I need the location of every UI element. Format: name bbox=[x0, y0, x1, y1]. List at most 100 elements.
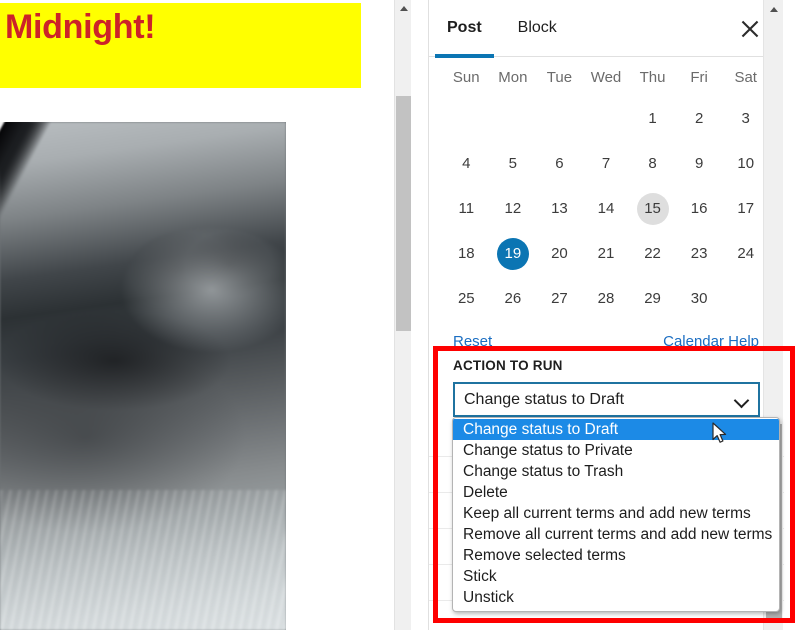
tab-post-label: Post bbox=[447, 19, 482, 36]
calendar-day-8[interactable]: 8 bbox=[629, 141, 676, 186]
calendar-day-label: 27 bbox=[551, 290, 568, 307]
calendar-links: Reset Calendar Help bbox=[429, 321, 783, 350]
calendar-day-label: 24 bbox=[737, 245, 755, 262]
calendar-day-26[interactable]: 26 bbox=[490, 276, 537, 321]
calendar-day-header: Mon bbox=[498, 69, 528, 86]
calendar-day-label: 11 bbox=[458, 200, 475, 217]
calendar-day-label: 14 bbox=[597, 200, 615, 217]
calendar-day-4[interactable]: 4 bbox=[443, 141, 490, 186]
dropdown-option[interactable]: Change status to Private bbox=[453, 440, 779, 461]
calendar-day-label: 7 bbox=[601, 155, 611, 172]
calendar-cell-empty bbox=[443, 96, 490, 141]
calendar-day-label: 2 bbox=[694, 110, 704, 127]
calendar-day-11[interactable]: 11 bbox=[443, 186, 490, 231]
tab-block-label: Block bbox=[517, 19, 557, 36]
calendar-day-1[interactable]: 1 bbox=[629, 96, 676, 141]
dropdown-option[interactable]: Remove selected terms bbox=[453, 545, 779, 566]
calendar-day-label: 28 bbox=[597, 290, 615, 307]
tab-post[interactable]: Post bbox=[429, 0, 500, 58]
heading-block-text[interactable]: Midnight! bbox=[0, 3, 156, 44]
calendar-cell-empty bbox=[583, 96, 630, 141]
calendar-day-label: 3 bbox=[741, 110, 750, 127]
action-to-run-select[interactable]: Change status to Draft bbox=[453, 382, 760, 417]
calendar-day-12[interactable]: 12 bbox=[490, 186, 537, 231]
dropdown-option[interactable]: Change status to Draft bbox=[453, 419, 779, 440]
calendar-day-27[interactable]: 27 bbox=[536, 276, 583, 321]
dropdown-option[interactable]: Stick bbox=[453, 566, 779, 587]
calendar-day-label: 29 bbox=[644, 290, 661, 307]
calendar-day-label: 4 bbox=[462, 155, 471, 172]
calendar-day-label: 6 bbox=[555, 155, 564, 172]
calendar-day-6[interactable]: 6 bbox=[536, 141, 583, 186]
calendar-day-9[interactable]: 9 bbox=[676, 141, 723, 186]
action-to-run-label: ACTION TO RUN bbox=[453, 358, 563, 373]
calendar-grid: Sun Mon Tue Wed Thu Fri Sat 1 2 3 4 5 6 7 8 9 10 11 12 13 14… bbox=[443, 65, 769, 321]
calendar-day-label: 17 bbox=[737, 200, 755, 217]
calendar-day-label: 20 bbox=[551, 245, 568, 262]
calendar-day-header: Sun bbox=[452, 69, 480, 86]
calendar-day-label: 13 bbox=[551, 200, 568, 217]
calendar-day-22[interactable]: 22 bbox=[629, 231, 676, 276]
calendar-day-25[interactable]: 25 bbox=[443, 276, 490, 321]
chevron-down-icon bbox=[735, 395, 749, 404]
calendar-day-20[interactable]: 20 bbox=[536, 231, 583, 276]
calendar-day-15[interactable]: 15 bbox=[629, 186, 676, 231]
action-to-run-section: ACTION TO RUN Change status to Draft bbox=[429, 348, 784, 417]
calendar-day-header: Thu bbox=[639, 69, 666, 86]
calendar-day-label: 19 bbox=[496, 237, 529, 270]
action-to-run-selected-value: Change status to Draft bbox=[464, 390, 625, 408]
calendar-day-29[interactable]: 29 bbox=[629, 276, 676, 321]
calendar-day-10[interactable]: 10 bbox=[722, 141, 769, 186]
calendar-day-7[interactable]: 7 bbox=[583, 141, 630, 186]
dropdown-option[interactable]: Delete bbox=[453, 482, 779, 503]
calendar-day-label: 8 bbox=[648, 155, 657, 172]
calendar-day-label: 15 bbox=[636, 192, 669, 225]
calendar-day-14[interactable]: 14 bbox=[583, 186, 630, 231]
calendar-day-17[interactable]: 17 bbox=[722, 186, 769, 231]
tab-block[interactable]: Block bbox=[500, 0, 575, 57]
sidebar-tabs: Post Block bbox=[429, 0, 783, 58]
editor-scrollbar[interactable] bbox=[394, 0, 411, 630]
calendar-day-2[interactable]: 2 bbox=[676, 96, 723, 141]
calendar-day-label: 21 bbox=[597, 245, 615, 262]
calendar-day-label: 12 bbox=[504, 200, 522, 217]
calendar-day-header: Tue bbox=[546, 69, 573, 86]
dropdown-option[interactable]: Change status to Trash bbox=[453, 461, 779, 482]
calendar-day-label: 9 bbox=[694, 155, 704, 172]
screenshot-root: Midnight! Post Block Sun Mon Tue Wed Thu… bbox=[0, 0, 803, 630]
calendar-day-30[interactable]: 30 bbox=[676, 276, 723, 321]
calendar-day-header: Fri bbox=[690, 69, 708, 86]
post-editor-canvas: Midnight! bbox=[0, 0, 411, 630]
calendar-day-label: 5 bbox=[508, 155, 518, 172]
dropdown-option[interactable]: Unstick bbox=[453, 587, 779, 608]
heading-block-highlighted[interactable]: Midnight! bbox=[0, 3, 361, 88]
dropdown-option[interactable]: Keep all current terms and add new terms bbox=[453, 503, 779, 524]
calendar-day-label: 23 bbox=[690, 245, 708, 262]
sidebar-scroll-up-arrow-icon[interactable] bbox=[764, 0, 784, 18]
dropdown-option[interactable]: Remove all current terms and add new ter… bbox=[453, 524, 779, 545]
calendar-day-label: 1 bbox=[648, 110, 657, 127]
image-block[interactable] bbox=[0, 122, 286, 630]
calendar-day-21[interactable]: 21 bbox=[583, 231, 630, 276]
close-icon[interactable] bbox=[735, 14, 765, 44]
calendar-day-3[interactable]: 3 bbox=[722, 96, 769, 141]
calendar-day-header: Wed bbox=[590, 69, 622, 86]
calendar-day-header: Sat bbox=[734, 69, 757, 86]
calendar-day-23[interactable]: 23 bbox=[676, 231, 723, 276]
calendar-day-28[interactable]: 28 bbox=[583, 276, 630, 321]
action-to-run-dropdown-list[interactable]: Change status to Draft Change status to P… bbox=[452, 417, 780, 612]
calendar-day-label: 10 bbox=[737, 155, 755, 172]
calendar-day-16[interactable]: 16 bbox=[676, 186, 723, 231]
calendar-day-19[interactable]: 19 bbox=[490, 231, 537, 276]
editor-scrollbar-thumb[interactable] bbox=[396, 96, 411, 331]
calendar-day-label: 16 bbox=[690, 200, 708, 217]
image-photo-ripple-texture bbox=[0, 490, 286, 630]
calendar-day-13[interactable]: 13 bbox=[536, 186, 583, 231]
calendar-cell-empty bbox=[536, 96, 583, 141]
calendar-day-5[interactable]: 5 bbox=[490, 141, 537, 186]
calendar-day-18[interactable]: 18 bbox=[443, 231, 490, 276]
calendar-day-24[interactable]: 24 bbox=[722, 231, 769, 276]
calendar-day-label: 26 bbox=[504, 290, 522, 307]
image-photo-edge-highlight bbox=[0, 122, 114, 248]
scroll-up-arrow-icon[interactable] bbox=[395, 0, 411, 17]
